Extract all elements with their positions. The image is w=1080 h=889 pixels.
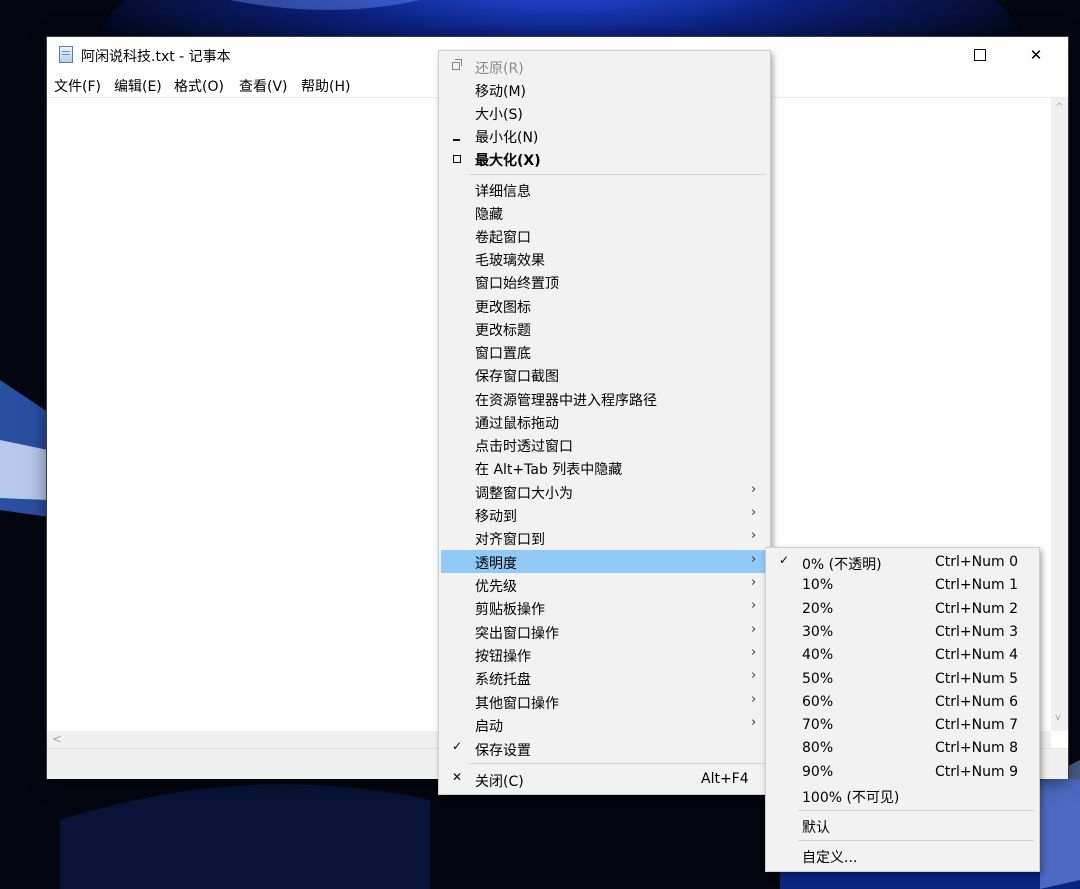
menu-item-click-through[interactable]: 点击时透过窗口 xyxy=(441,433,768,456)
menu-separator xyxy=(469,763,765,764)
menu-item-mouse-drag[interactable]: 通过鼠标拖动 xyxy=(441,410,768,433)
menu-separator xyxy=(798,810,1034,811)
menu-item-blur[interactable]: 毛玻璃效果 xyxy=(441,247,768,270)
opacity-option-100[interactable]: 100% (不可见) xyxy=(768,784,1037,807)
chevron-right-icon: › xyxy=(751,482,757,497)
menu-item-change-title[interactable]: 更改标题 xyxy=(441,317,768,340)
check-icon: ✓ xyxy=(451,739,463,753)
shortcut: Ctrl+Num 4 xyxy=(935,647,1018,663)
chevron-right-icon: › xyxy=(751,715,757,730)
menu-item-transparency[interactable]: 透明度 › xyxy=(441,550,768,573)
opacity-option-70[interactable]: 70% Ctrl+Num 7 xyxy=(768,714,1037,737)
transparency-submenu: ✓ 0% (不透明) Ctrl+Num 0 10% Ctrl+Num 1 20% C… xyxy=(765,547,1040,872)
menu-item-save-settings[interactable]: ✓ 保存设置 xyxy=(441,737,768,760)
restore-icon xyxy=(449,57,465,75)
opacity-option-40[interactable]: 40% Ctrl+Num 4 xyxy=(768,644,1037,667)
shortcut: Ctrl+Num 9 xyxy=(935,764,1018,780)
menu-item-move-to[interactable]: 移动到 › xyxy=(441,503,768,526)
menu-item-button-ops[interactable]: 按钮操作 › xyxy=(441,643,768,666)
opacity-option-0[interactable]: ✓ 0% (不透明) Ctrl+Num 0 xyxy=(768,551,1037,574)
shortcut: Ctrl+Num 6 xyxy=(935,694,1018,710)
menu-item-send-to-bottom[interactable]: 窗口置底 xyxy=(441,340,768,363)
scroll-down-icon[interactable]: v xyxy=(1055,712,1061,723)
menu-item-restore[interactable]: 还原(R) xyxy=(441,55,768,78)
window-context-menu: 还原(R) 移动(M) 大小(S) 最小化(N) 最大化(X) 详细信息 隐藏 … xyxy=(438,50,771,795)
opacity-option-90[interactable]: 90% Ctrl+Num 9 xyxy=(768,761,1037,784)
menu-item-clipboard[interactable]: 剪贴板操作 › xyxy=(441,596,768,619)
menu-edit[interactable]: 编辑(E) xyxy=(114,76,162,96)
vertical-scrollbar[interactable]: ^ v xyxy=(1051,98,1068,731)
chevron-right-icon: › xyxy=(751,692,757,707)
menu-item-save-screenshot[interactable]: 保存窗口截图 xyxy=(441,363,768,386)
opacity-option-50[interactable]: 50% Ctrl+Num 5 xyxy=(768,668,1037,691)
menu-item-details[interactable]: 详细信息 xyxy=(441,178,768,201)
menu-separator xyxy=(469,174,765,175)
close-icon: ✕ xyxy=(451,770,463,784)
menu-item-always-on-top[interactable]: 窗口始终置顶 xyxy=(441,270,768,293)
shortcut: Ctrl+Num 7 xyxy=(935,717,1018,733)
menu-item-resize-to[interactable]: 调整窗口大小为 › xyxy=(441,480,768,503)
chevron-right-icon: › xyxy=(751,505,757,520)
opacity-option-custom[interactable]: 自定义... xyxy=(768,844,1037,867)
chevron-right-icon: › xyxy=(751,598,757,613)
maximize-button[interactable] xyxy=(957,37,1003,73)
maximize-icon xyxy=(974,49,986,61)
minimize-icon xyxy=(449,126,465,144)
menu-file[interactable]: 文件(F) xyxy=(54,76,101,96)
menu-item-size[interactable]: 大小(S) xyxy=(441,101,768,124)
menu-item-minimize[interactable]: 最小化(N) xyxy=(441,124,768,147)
opacity-option-80[interactable]: 80% Ctrl+Num 8 xyxy=(768,737,1037,760)
menu-item-change-icon[interactable]: 更改图标 xyxy=(441,294,768,317)
chevron-right-icon: › xyxy=(751,575,757,590)
chevron-right-icon: › xyxy=(751,528,757,543)
menu-item-roll-up[interactable]: 卷起窗口 xyxy=(441,224,768,247)
menu-item-close[interactable]: ✕ 关闭(C) Alt+F4 xyxy=(441,768,768,791)
menu-help[interactable]: 帮助(H) xyxy=(301,76,350,96)
menu-item-move[interactable]: 移动(M) xyxy=(441,78,768,101)
shortcut: Ctrl+Num 1 xyxy=(935,577,1018,593)
menu-separator xyxy=(798,840,1034,841)
maximize-icon xyxy=(449,149,465,167)
check-icon: ✓ xyxy=(778,553,790,567)
menu-format[interactable]: 格式(O) xyxy=(174,76,224,96)
scroll-left-icon[interactable]: < xyxy=(52,732,62,746)
opacity-option-20[interactable]: 20% Ctrl+Num 2 xyxy=(768,598,1037,621)
close-button[interactable]: ✕ xyxy=(1013,37,1059,73)
menu-item-startup[interactable]: 启动 › xyxy=(441,713,768,736)
scroll-up-icon[interactable]: ^ xyxy=(1055,102,1063,113)
menu-item-other-ops[interactable]: 其他窗口操作 › xyxy=(441,690,768,713)
chevron-right-icon: › xyxy=(751,645,757,660)
menu-item-system-tray[interactable]: 系统托盘 › xyxy=(441,666,768,689)
chevron-right-icon: › xyxy=(751,668,757,683)
window-title: 阿闲说科技.txt - 记事本 xyxy=(81,49,231,65)
chevron-right-icon: › xyxy=(751,552,757,567)
menu-item-align-to[interactable]: 对齐窗口到 › xyxy=(441,526,768,549)
opacity-option-30[interactable]: 30% Ctrl+Num 3 xyxy=(768,621,1037,644)
menu-item-open-path[interactable]: 在资源管理器中进入程序路径 xyxy=(441,387,768,410)
shortcut: Ctrl+Num 0 xyxy=(935,554,1018,570)
shortcut: Ctrl+Num 3 xyxy=(935,624,1018,640)
opacity-option-10[interactable]: 10% Ctrl+Num 1 xyxy=(768,574,1037,597)
shortcut: Ctrl+Num 2 xyxy=(935,601,1018,617)
menu-item-hide[interactable]: 隐藏 xyxy=(441,201,768,224)
opacity-option-60[interactable]: 60% Ctrl+Num 6 xyxy=(768,691,1037,714)
menu-view[interactable]: 查看(V) xyxy=(239,76,288,96)
notepad-icon xyxy=(59,46,73,63)
menu-item-highlight-window[interactable]: 突出窗口操作 › xyxy=(441,620,768,643)
shortcut: Ctrl+Num 5 xyxy=(935,671,1018,687)
menu-item-hide-alt-tab[interactable]: 在 Alt+Tab 列表中隐藏 xyxy=(441,456,768,479)
chevron-right-icon: › xyxy=(751,622,757,637)
menu-item-priority[interactable]: 优先级 › xyxy=(441,573,768,596)
opacity-option-default[interactable]: 默认 xyxy=(768,814,1037,837)
close-shortcut: Alt+F4 xyxy=(701,771,749,787)
menu-item-maximize[interactable]: 最大化(X) xyxy=(441,147,768,170)
shortcut: Ctrl+Num 8 xyxy=(935,740,1018,756)
